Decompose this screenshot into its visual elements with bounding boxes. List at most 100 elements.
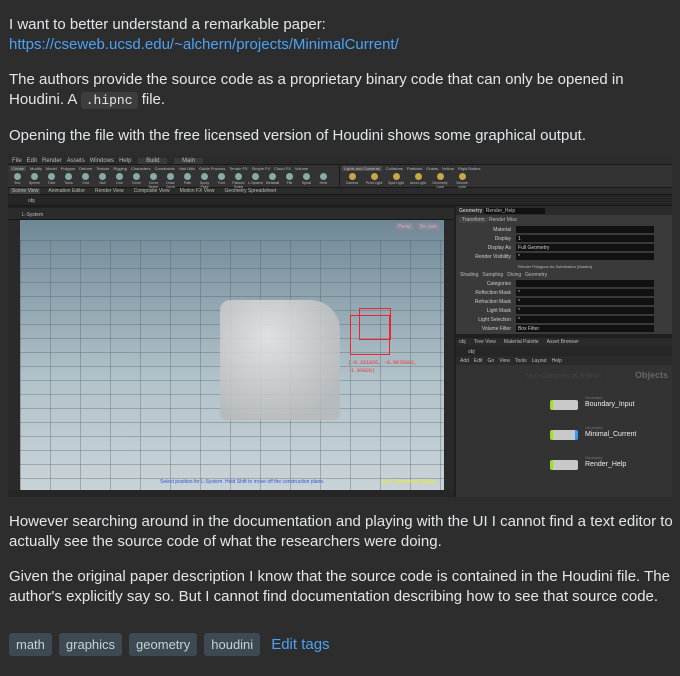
shelf-tool-button[interactable]: Path [180,172,195,188]
shelf-tab[interactable]: Texture [96,166,109,171]
camera-menu[interactable]: No cam [416,223,440,231]
network-menu-item[interactable]: Tools [515,358,527,364]
param-field[interactable]: * [516,316,654,323]
pane-tab[interactable]: Composite View [131,188,172,194]
shelf-tool-button[interactable]: Tube [44,172,59,188]
shelf-tab[interactable]: Vellum [442,166,454,171]
network-menu-item[interactable]: Add [460,358,469,364]
shelf-tool-button[interactable]: Geometry Light [430,172,450,188]
param-field[interactable]: 1 [516,235,654,242]
param-subtab[interactable]: Sampling [482,272,503,278]
param-field[interactable]: * [516,289,654,296]
shelf-tool-button[interactable]: Platonic Solids [231,172,246,188]
shelf-tab[interactable]: Characters [131,166,151,171]
shelf-tab[interactable]: Create [10,166,27,171]
pane-tab[interactable]: Geometry Spreadsheet [222,188,279,194]
paper-link[interactable]: https://cseweb.ucsd.edu/~alchern/project… [9,36,399,53]
scene-viewport[interactable]: (-0.161826, -0.0076002, -1.99920) Persp … [20,220,444,490]
network-editor[interactable]: obj Tree View Material Palette Asset Browse… [456,338,672,497]
network-menu-item[interactable]: View [499,358,510,364]
param-field[interactable] [516,280,654,287]
pane-tab[interactable]: Motion FX View [177,188,217,194]
shelf-left: Create Modify Model Polygon Deform Texture Rig… [10,165,336,188]
shelf-tab[interactable]: Cloud FX [274,166,291,171]
param-subtab[interactable]: Geometry [525,272,547,278]
tool-icon [82,173,89,180]
param-subtab[interactable]: Shading [460,272,478,278]
shelf-tool-button[interactable]: Curve Bezier [146,172,161,188]
shelf-tool-button[interactable]: Spray Paint [197,172,212,188]
shelf-tool-button[interactable]: Null [95,172,110,188]
shelf-tab[interactable]: Polygon [61,166,75,171]
tool-label: Spot Light [388,181,404,185]
network-menu-item[interactable]: Go [488,358,495,364]
shelf-tab[interactable]: Modify [30,166,42,171]
timeline[interactable] [8,490,454,497]
network-tab[interactable]: Asset Browser [547,339,579,345]
shelf-tab[interactable]: Grains [426,166,438,171]
shelf-tool-button[interactable]: File [282,172,297,188]
network-node[interactable]: Geometry Render_Help [550,455,626,470]
network-tab[interactable]: obj [459,339,466,345]
param-field[interactable]: * [516,298,654,305]
shelf-tool-button[interactable]: Volume Light [452,172,472,188]
shelf-tool-button[interactable]: Spot Light [386,172,406,188]
shelf-tab[interactable]: Lights and Cameras [342,166,382,171]
tag-houdini[interactable]: houdini [204,633,261,656]
network-menu-item[interactable]: Layout [532,358,547,364]
shelf-tool-button[interactable]: Helix [316,172,331,188]
network-menu-item[interactable]: Edit [474,358,483,364]
shelf-tools: Box Sphere Tube Torus Grid Null Line Circle Curv… [10,172,336,188]
shelf-tab[interactable]: Guide Process [199,166,225,171]
pane-tab[interactable]: Render View [93,188,126,194]
shelf-tool-button[interactable]: Circle [129,172,144,188]
shelf-tab[interactable]: Deform [79,166,92,171]
network-menu-item[interactable]: Help [552,358,562,364]
param-field[interactable]: Full Geometry [516,244,654,251]
network-tab[interactable]: Tree View [474,339,496,345]
shelf-tab[interactable]: Model [46,166,57,171]
render-subdiv-checkbox[interactable]: Render Polygons As Subdivision (Mantra) [518,263,592,271]
param-field[interactable]: Box Filter [516,325,654,332]
shelf-tab[interactable]: Particles [407,166,422,171]
persp-menu[interactable]: Persp [394,223,414,231]
shelf-tab[interactable]: Simple FX [252,166,270,171]
shelf-tool-button[interactable]: Area Light [408,172,428,188]
tag-geometry[interactable]: geometry [129,633,198,656]
shelf-tool-button[interactable]: Sphere [27,172,42,188]
param-field[interactable]: * [516,253,654,260]
shelf-tab[interactable]: Rigging [113,166,127,171]
shelf-tool-button[interactable]: Spiral [299,172,314,188]
param-subtab[interactable]: Dicing [507,272,521,278]
shelf-tool-button[interactable]: Metaball [265,172,280,188]
shelf-tab[interactable]: Rigid Bodies [458,166,480,171]
shelf-tool-button[interactable]: Camera [342,172,362,188]
shelf-tool-button[interactable]: Point Light [364,172,384,188]
shelf-tab[interactable]: Constraints [155,166,175,171]
shelf-tool-button[interactable]: Grid [78,172,93,188]
shelf-tool-button[interactable]: Font [214,172,229,188]
shelf-tab[interactable]: Volume [295,166,308,171]
pane-tab[interactable]: Scene View [10,188,41,194]
network-node[interactable]: Geometry Boundary_Input [550,395,634,410]
network-node[interactable]: Geometry Minimal_Current [550,425,636,440]
shelf-tab[interactable]: Hair Utils [179,166,195,171]
param-row: Reflection Mask * [456,289,672,297]
shelf-tab[interactable]: Terrain FX [229,166,247,171]
shelf-tool-button[interactable]: Torus [61,172,76,188]
menu-bar: File Edit Render Assets Windows Help Build Ma… [8,156,672,165]
edit-tags-link[interactable]: Edit tags [271,635,329,655]
shelf-tool-button[interactable]: Box [10,172,25,188]
network-tab[interactable]: Material Palette [504,339,539,345]
param-field[interactable]: * [516,307,654,314]
pane-tab[interactable]: Animation Editor [46,188,88,194]
tag-graphics[interactable]: graphics [58,633,123,656]
param-field[interactable] [516,226,654,233]
tool-icon [150,173,157,180]
shelf-tool-button[interactable]: Line [112,172,127,188]
node-name-field[interactable]: Render_Help [483,208,546,214]
shelf-tab[interactable]: Collisions [386,166,403,171]
tag-math[interactable]: math [9,633,52,656]
shelf-tool-button[interactable]: Draw Curve [163,172,178,188]
shelf-tool-button[interactable]: L-System [248,172,263,188]
